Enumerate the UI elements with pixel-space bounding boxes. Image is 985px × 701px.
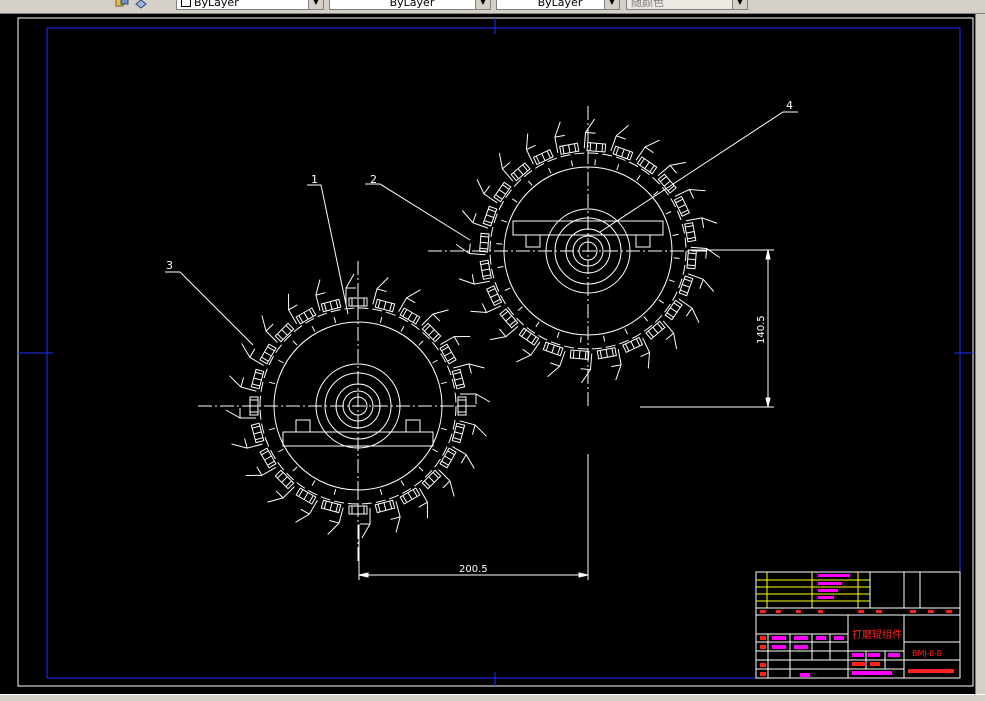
color-control-dropdown[interactable]: ByLayer ▼ xyxy=(176,0,324,10)
plotstyle-control-dropdown[interactable]: 随颜色 ▼ xyxy=(626,0,748,10)
linetype-control-dropdown[interactable]: ByLayer ▼ xyxy=(329,0,491,10)
chevron-down-icon[interactable]: ▼ xyxy=(475,0,490,9)
part-label-4: 4 xyxy=(786,99,793,112)
dimension-vertical xyxy=(640,249,774,408)
dimension-horizontal-value: 200.5 xyxy=(459,564,488,575)
drawing-svg: 1 2 3 4 200.5 140.5 打磨辊组件 BMJ-II-B xyxy=(17,17,974,687)
part-label-3: 3 xyxy=(166,259,173,272)
title-block-title: 打磨辊组件 xyxy=(852,628,902,641)
layer-tools-icon[interactable] xyxy=(115,0,129,9)
centering-marks xyxy=(18,18,973,686)
roller-assembly-right xyxy=(428,106,721,406)
color-control-value: ByLayer xyxy=(194,0,239,9)
plotstyle-control-value: 随颜色 xyxy=(631,0,664,9)
title-block-drawing-number: BMJ-II-B xyxy=(912,649,942,658)
layer-states-icon[interactable] xyxy=(134,0,148,9)
leader-lines xyxy=(165,111,798,346)
dimension-vertical-value: 140.5 xyxy=(756,315,767,344)
chevron-down-icon[interactable]: ▼ xyxy=(604,0,619,9)
lineweight-control-value: ByLayer xyxy=(537,0,583,9)
roller-assembly-left xyxy=(198,261,491,561)
status-bar xyxy=(0,694,985,701)
title-block: 打磨辊组件 BMJ-II-B xyxy=(755,571,961,679)
color-swatch-icon xyxy=(181,0,191,7)
dimension-horizontal xyxy=(358,454,589,580)
chevron-down-icon[interactable]: ▼ xyxy=(732,0,747,9)
lineweight-control-dropdown[interactable]: ByLayer ▼ xyxy=(496,0,620,10)
vertical-scrollbar[interactable] xyxy=(975,14,985,694)
part-label-1: 1 xyxy=(311,173,318,186)
drawing-canvas[interactable]: 1 2 3 4 200.5 140.5 打磨辊组件 BMJ-II-B xyxy=(0,14,975,694)
chevron-down-icon[interactable]: ▼ xyxy=(308,0,323,9)
part-label-2: 2 xyxy=(370,173,377,186)
properties-toolbar: ByLayer ▼ ByLayer ▼ ByLayer ▼ 随颜色 ▼ xyxy=(0,0,985,14)
outer-frame xyxy=(17,17,974,687)
linetype-control-value: ByLayer xyxy=(389,0,435,9)
